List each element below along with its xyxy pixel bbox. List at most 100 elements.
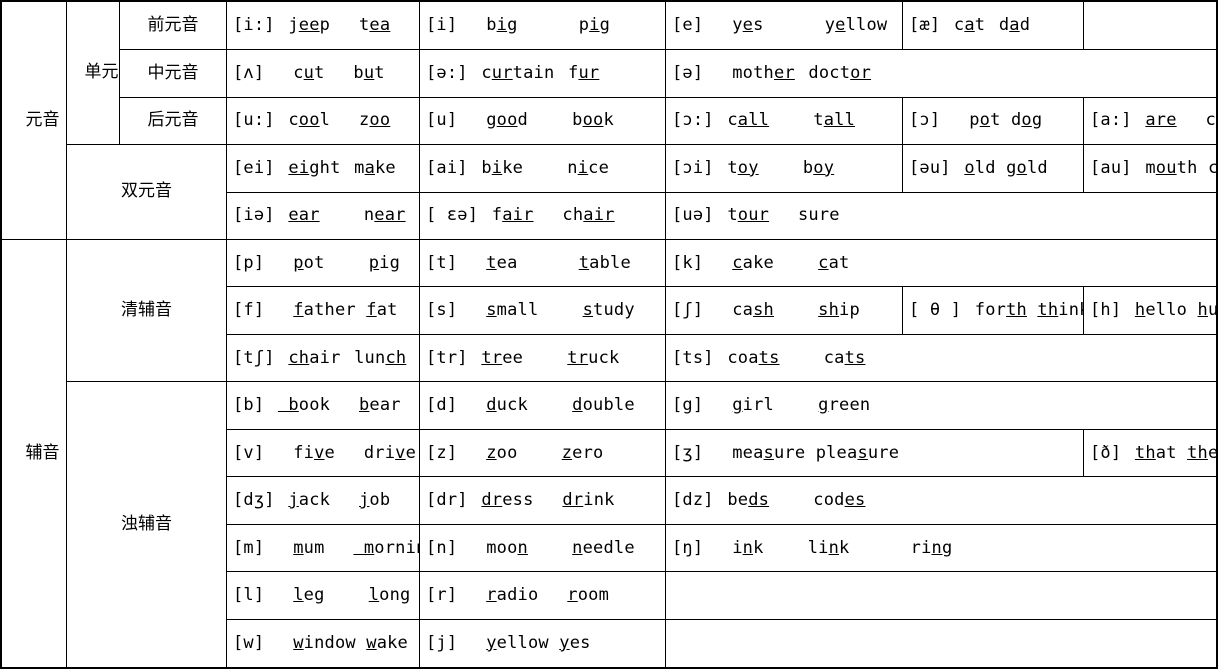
entry-sh: [ʃ] cash ship [665, 286, 903, 335]
category-diphthong: 双元音 [66, 144, 227, 240]
category-voiceless: 清辅音 [66, 238, 227, 383]
entry-ia: [iə] ear near [226, 191, 420, 240]
entry-empty-3 [665, 618, 1218, 669]
category-diphthong-label: 双元音 [121, 181, 172, 202]
ipa-u-long: [u:] [233, 110, 275, 131]
ipa-oi: [ɔi] [672, 157, 714, 178]
entry-au: [au]mouth cow [1083, 144, 1218, 193]
entry-e: [e] yes yellow [665, 0, 903, 51]
entry-t: [t] tea table [419, 238, 666, 288]
entry-empty-1 [1083, 0, 1218, 51]
ipa-tsh: [tʃ] [233, 347, 275, 368]
category-consonant: 辅音 [0, 238, 67, 669]
ipa-theta: [ θ ] [909, 300, 962, 321]
entry-n: [n] moon needle [419, 523, 666, 573]
entry-p: [p] pot pig [226, 238, 420, 288]
ipa-h: [h] [1090, 300, 1122, 321]
table-row: 后元音 [u:] cool zoo [u] good book [ɔ:] call tall… [1, 96, 1218, 146]
category-consonant-label: 辅音 [25, 442, 60, 463]
entry-dz: [dz] beds codes [665, 476, 1218, 525]
entry-zh: [ʒ] measure pleasure [665, 428, 1084, 478]
entry-open-o: [ɔ] pot dog [902, 96, 1084, 146]
ipa-ng: [ŋ] [672, 537, 704, 558]
entry-ng: [ŋ] ink link ring [665, 523, 1218, 573]
entry-tr: [tr] tree truck [419, 333, 666, 383]
category-voiced-label: 浊辅音 [121, 514, 172, 535]
ipa-b: [b] [233, 395, 265, 416]
ipa-dz: [dz] [672, 490, 714, 511]
table-row: 浊辅音 [b] book bear [d] duck double [g] girl gr… [1, 381, 1218, 669]
entry-h: [h]hello hurry [1083, 286, 1218, 335]
table-row: 双元音 [ei] eight make [ai] bike nice [ɔi] toy bo… [1, 144, 1218, 240]
ipa-ts: [ts] [672, 347, 714, 368]
ipa-u-short: [u] [426, 110, 458, 131]
entry-theta: [ θ ]forth think [902, 286, 1084, 335]
table-row: 元音 单元音 前元音 [i:]jeeptea [i]bigpig [e]yesy… [0, 0, 1218, 240]
category-vowel: 元音 [0, 0, 67, 240]
ipa-open-o: [ɔ] [909, 110, 941, 131]
ipa-open-o-long: [ɔ:] [672, 110, 714, 131]
ipa-schwa: [ə] [672, 62, 704, 83]
phonetic-alphabet-table: 元音 单元音 前元音 [i:]jeeptea [i]bigpig [e]yesy… [0, 0, 1218, 669]
ipa-t: [t] [426, 252, 458, 273]
ipa-g: [g] [672, 395, 704, 416]
ipa-ai: [ai] [426, 157, 468, 178]
ipa-dzh: [dʒ] [233, 490, 275, 511]
ipa-i-long: [i:] [233, 14, 275, 35]
entry-empty-2 [665, 571, 1218, 620]
ipa-n: [n] [426, 537, 458, 558]
ipa-d: [d] [426, 395, 458, 416]
category-monophthong: 单元音 [66, 0, 120, 146]
category-voiceless-label: 清辅音 [121, 300, 172, 321]
entry-w: [w] window wake [226, 618, 420, 669]
category-monophthong-label: 单元音 [84, 62, 119, 83]
ipa-ae: [æ] [909, 14, 941, 35]
entry-z: [z] zoo zero [419, 428, 666, 478]
entry-ou: [əu] old gold [902, 144, 1084, 193]
ipa-l: [l] [233, 584, 265, 605]
entry-ua: [uə] tour sure [665, 191, 1218, 240]
entry-dzh: [dʒ] jack job [226, 476, 420, 525]
entry-ai: [ai] bike nice [419, 144, 666, 193]
entry-dr: [dr] dress drink [419, 476, 666, 525]
entry-u-short: [u] good book [419, 96, 666, 146]
entry-k: [k] cake cat [665, 238, 1218, 288]
ipa-eth: [ð] [1090, 442, 1122, 463]
entry-m: [m]mum morning [226, 523, 420, 573]
ipa-j: [j] [426, 632, 458, 653]
table-row: 辅音 清辅音 [p] pot pig [t] tea table [k] cake cat [0, 238, 1218, 669]
ipa-ea: [ εə] [426, 205, 479, 226]
entry-l: [l] leg long [226, 571, 420, 620]
ipa-tr: [tr] [426, 347, 468, 368]
entry-ea: [ εə] fair chair [419, 191, 666, 240]
table-row: 中元音 [ʌ] cut but [ə:] curtain fur [ə] mother do… [1, 49, 1218, 98]
ipa-a-long: [a:] [1090, 110, 1132, 131]
ipa-ou: [əu] [909, 157, 951, 178]
ipa-caret: [ʌ] [233, 62, 265, 83]
ipa-s: [s] [426, 300, 458, 321]
ipa-zh: [ʒ] [672, 442, 704, 463]
category-vowel-label: 元音 [25, 109, 60, 130]
ipa-ia: [iə] [233, 205, 275, 226]
ipa-r: [r] [426, 584, 458, 605]
entry-i-long: [i:] jeep tea [226, 0, 420, 51]
entry-v: [v] five drive [226, 428, 420, 478]
entry-ae: [æ] cat dad [902, 0, 1084, 51]
ipa-ei: [ei] [233, 157, 275, 178]
entry-j: [j] yellow yes [419, 618, 666, 669]
entry-ei: [ei] eight make [226, 144, 420, 193]
ipa-dr: [dr] [426, 490, 468, 511]
ipa-m: [m] [233, 537, 265, 558]
ipa-i-short: [i] [426, 14, 458, 35]
ipa-ua: [uə] [672, 205, 714, 226]
entry-i-short: [i] big pig [419, 0, 666, 51]
category-central-vowel-label: 中元音 [147, 62, 199, 83]
entry-schwa: [ə] mother doctor [665, 49, 1218, 98]
entry-caret: [ʌ] cut but [226, 49, 420, 98]
ipa-k: [k] [672, 252, 704, 273]
entry-open-o-long: [ɔ:] call tall [665, 96, 903, 146]
entry-eth: [ð]that there [1083, 428, 1218, 478]
entry-b: [b] book bear [226, 381, 420, 430]
ipa-e: [e] [672, 14, 704, 35]
category-back-vowel-label: 后元音 [147, 110, 199, 131]
